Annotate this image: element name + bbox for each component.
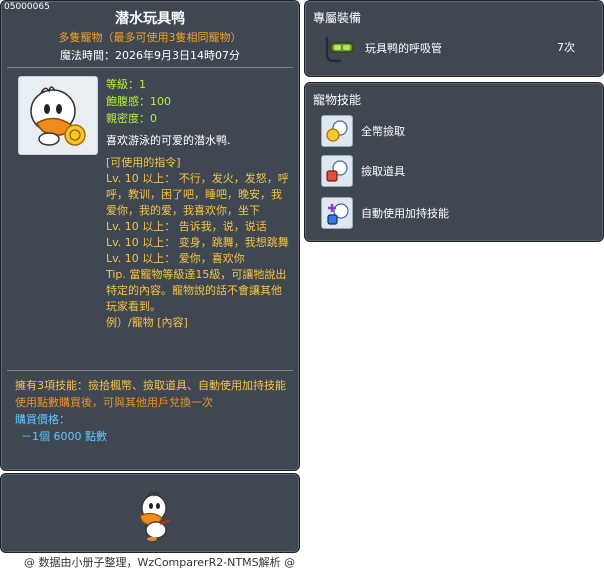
divider [7, 370, 293, 371]
command-example: 例）/寵物 [內容] [106, 316, 188, 329]
exclusive-equipment-panel: 專屬裝備 玩具鸭的呼吸管 7次 [304, 0, 604, 77]
skill-row[interactable]: 自動使用加持技能 [321, 197, 449, 229]
coin-pickup-icon [321, 115, 353, 147]
skill-label: 自動使用加持技能 [361, 207, 449, 220]
magic-time: 魔法時間：2026年9月3日14時07分 [60, 49, 240, 62]
pet-description: 喜欢游泳的可爱的潜水鸭. [可使用的指令] Lv. 10 以上： 不行，发火，发… [106, 133, 290, 331]
price-label: 購買價格： [15, 413, 70, 426]
command-line: Lv. 10 以上： 不行，发火，发怒，呼呼，教训，困了吧，睡吧，晚安，我爱你，… [106, 172, 289, 217]
exclusive-item-row[interactable]: 玩具鸭的呼吸管 [321, 33, 442, 63]
skill-label: 全幣撿取 [361, 125, 405, 138]
skills-summary: 擁有3項技能：撿拾楓幣、撿取道具、自動使用加持技能 [15, 379, 286, 392]
command-line: Lv. 10 以上： 爱你，喜欢你 [106, 252, 245, 265]
skill-row[interactable]: 撿取道具 [321, 155, 405, 187]
exclusive-title: 專屬裝備 [313, 11, 362, 25]
credit-text: @ 数据由小册子整理，WzComparerR2-NTMS解析 @ [24, 556, 296, 569]
item-pickup-icon [321, 155, 353, 187]
pet-preview-panel [0, 473, 300, 553]
snorkel-icon [325, 37, 354, 63]
pet-icon-frame [18, 76, 98, 155]
pet-fullness: 飽腹感：100 [106, 95, 171, 108]
commands-header: [可使用的指令] [106, 156, 181, 169]
skill-row[interactable]: 全幣撿取 [321, 115, 405, 147]
duck-pet-icon [30, 86, 86, 146]
pet-intimacy: 親密度：0 [106, 112, 157, 125]
pet-stats: 等級：1 飽腹感：100 親密度：0 [106, 76, 171, 127]
pet-level: 等級：1 [106, 78, 146, 91]
exclusive-item-count: 7次 [557, 41, 575, 54]
price-value: －1個 6000 點數 [21, 430, 107, 443]
pet-intro: 喜欢游泳的可爱的潜水鸭. [106, 134, 231, 147]
command-line: Lv. 10 以上： 变身，跳舞，我想跳舞 [106, 236, 289, 249]
pet-tip: Tip. 當寵物等級達15級，可讓牠說出特定的內容。寵物說的話不會讓其他玩家看到… [106, 268, 287, 313]
skills-title: 寵物技能 [313, 93, 362, 107]
item-footer: 擁有3項技能：撿拾楓幣、撿取道具、自動使用加持技能 使用點數購買後，可與其他用戶… [15, 377, 291, 445]
duck-pet-sprite [139, 491, 171, 541]
skill-label: 撿取道具 [361, 165, 405, 178]
item-title: 潜水玩具鸭 [115, 11, 185, 27]
command-line: Lv. 10 以上： 告诉我，说，说话 [106, 220, 267, 233]
divider [7, 67, 293, 68]
auto-buff-icon [321, 197, 353, 229]
trade-note: 使用點數購買後，可與其他用戶兌換一次 [15, 396, 213, 409]
pet-skills-panel: 寵物技能 全幣撿取 撿取道具 自動使用加持技能 [304, 82, 604, 242]
item-tooltip-panel: 05000065 潜水玩具鸭 多隻寵物（最多可使用3隻相同寵物） 魔法時間：20… [0, 0, 300, 471]
item-subtitle: 多隻寵物（最多可使用3隻相同寵物） [58, 31, 242, 44]
exclusive-item-name: 玩具鸭的呼吸管 [365, 42, 442, 55]
